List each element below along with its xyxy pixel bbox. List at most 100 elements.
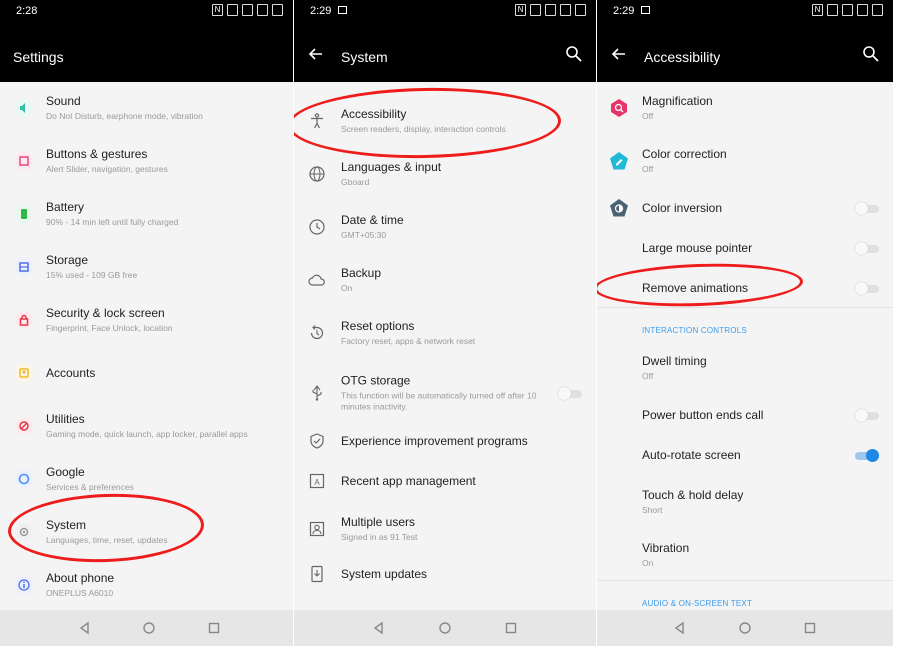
status-bar: 2:29 N: [294, 0, 596, 22]
battery-status-icon: [575, 4, 586, 16]
settings-item-accounts[interactable]: Accounts: [0, 347, 293, 399]
battery-icon: [15, 205, 33, 223]
auto-rotate-screen-toggle[interactable]: [855, 449, 879, 462]
large-mouse-pointer-toggle[interactable]: [855, 242, 879, 255]
item-subtitle: On: [341, 283, 353, 293]
item-title: Accessibility: [341, 107, 407, 121]
recents-nav-icon[interactable]: [803, 621, 817, 635]
system-item-otg-storage[interactable]: OTG storage This function will be automat…: [294, 364, 596, 422]
accessibility-item-magnification[interactable]: Magnification Off: [597, 82, 893, 134]
system-item-recent-app-management[interactable]: A Recent app management: [294, 455, 596, 507]
page-title: Accessibility: [644, 49, 721, 65]
storage-icon: [15, 258, 33, 276]
remove-animations-toggle[interactable]: [855, 282, 879, 295]
item-subtitle: GMT+05:30: [341, 230, 387, 240]
utilities-icon: [15, 417, 33, 435]
item-subtitle: Off: [642, 111, 654, 121]
system-item-languages[interactable]: Languages & input Gboard: [294, 148, 596, 200]
status-icons: N: [515, 4, 586, 16]
status-icons: N: [212, 4, 283, 16]
settings-item-buttons-gestures[interactable]: Buttons & gestures Alert Slider, navigati…: [0, 135, 293, 187]
no-wifi-icon: [257, 4, 268, 16]
item-title: System: [46, 518, 87, 532]
accessibility-icon: [311, 113, 323, 129]
section-divider: [597, 307, 893, 308]
settings-item-system[interactable]: System Languages, time, reset, updates: [0, 506, 293, 558]
page-title: System: [341, 49, 388, 65]
item-subtitle: Languages, time, reset, updates: [46, 535, 168, 545]
search-icon[interactable]: [564, 44, 584, 64]
system-update-icon: [311, 565, 323, 583]
page-title: Settings: [13, 49, 64, 65]
system-item-reset[interactable]: Reset options Factory reset, apps & netwo…: [294, 307, 596, 359]
settings-item-security[interactable]: Security & lock screen Fingerprint, Face …: [0, 294, 293, 346]
accessibility-item-auto-rotate-screen[interactable]: Auto-rotate screen: [597, 429, 893, 481]
app-bar: Settings: [0, 22, 293, 82]
system-item-accessibility[interactable]: Accessibility Screen readers, display, in…: [294, 95, 596, 147]
app-bar: Accessibility: [597, 22, 893, 82]
recents-nav-icon[interactable]: [504, 621, 518, 635]
usb-icon: [312, 385, 322, 401]
settings-item-battery[interactable]: Battery 90% - 14 min left until fully cha…: [0, 188, 293, 240]
otg-storage-toggle[interactable]: [558, 387, 582, 400]
home-nav-icon[interactable]: [738, 621, 752, 635]
item-title: Remove animations: [642, 281, 749, 295]
item-subtitle: Gboard: [341, 177, 370, 187]
shield-check-icon: [310, 433, 324, 449]
accessibility-item-color-correction[interactable]: Color correction Off: [597, 135, 893, 187]
home-nav-icon[interactable]: [142, 621, 156, 635]
item-title: Backup: [341, 266, 382, 280]
item-subtitle: Fingerprint, Face Unlock, location: [46, 323, 173, 333]
settings-item-storage[interactable]: Storage 15% used - 109 GB free: [0, 241, 293, 293]
status-time: 2:29: [613, 5, 635, 17]
svg-text:A: A: [314, 478, 320, 487]
no-wifi-icon: [857, 4, 868, 16]
back-nav-icon[interactable]: [78, 621, 92, 635]
no-signal-icon: [842, 4, 853, 16]
item-title: Utilities: [46, 412, 85, 426]
system-screen: 2:29 N System Accessibility Screen reader…: [294, 0, 596, 646]
settings-item-google[interactable]: Google Services & preferences: [0, 453, 293, 505]
item-title: About phone: [46, 571, 115, 585]
accessibility-screen: 2:29 N Accessibility Magnification Off Co…: [597, 0, 893, 646]
nfc-icon: N: [812, 4, 823, 16]
item-subtitle: Services & preferences: [46, 482, 134, 492]
search-icon[interactable]: [861, 44, 881, 64]
settings-item-sound[interactable]: Sound Do Not Disturb, earphone mode, vibr…: [0, 82, 293, 134]
image-notification-icon: [338, 6, 347, 14]
home-nav-icon[interactable]: [438, 621, 452, 635]
info-icon: [15, 576, 33, 594]
item-title: Reset options: [341, 319, 415, 333]
accessibility-item-vibration[interactable]: Vibration On: [597, 529, 893, 581]
section-header-interaction-controls: INTERACTION CONTROLS: [642, 326, 747, 335]
gear-icon: [15, 523, 33, 541]
color-inversion-toggle[interactable]: [855, 202, 879, 215]
status-icons: N: [812, 4, 883, 16]
accounts-icon: [15, 364, 33, 382]
system-item-system-updates[interactable]: System updates: [294, 548, 596, 600]
accessibility-item-dwell-timing[interactable]: Dwell timing Off: [597, 342, 893, 394]
power-button-ends-call-toggle[interactable]: [855, 409, 879, 422]
item-subtitle: 15% used - 109 GB free: [46, 270, 138, 280]
nfc-icon: N: [212, 4, 223, 16]
system-item-date-time[interactable]: Date & time GMT+05:30: [294, 201, 596, 253]
item-title: Experience improvement programs: [341, 434, 528, 448]
back-nav-icon[interactable]: [673, 621, 687, 635]
item-title: Dwell timing: [642, 354, 707, 368]
accessibility-item-touch-hold-delay[interactable]: Touch & hold delay Short: [597, 476, 893, 528]
recent-apps-icon: A: [309, 473, 325, 489]
item-title: Color correction: [642, 147, 727, 161]
item-title: Languages & input: [341, 160, 442, 174]
vibrate-icon: [227, 4, 238, 16]
settings-item-utilities[interactable]: Utilities Gaming mode, quick launch, app …: [0, 400, 293, 452]
back-arrow-icon[interactable]: [609, 44, 629, 64]
back-arrow-icon[interactable]: [306, 44, 326, 64]
speaker-icon: [15, 99, 33, 117]
lock-icon: [15, 311, 33, 329]
back-nav-icon[interactable]: [372, 621, 386, 635]
system-item-backup[interactable]: Backup On: [294, 254, 596, 306]
no-wifi-icon: [560, 4, 571, 16]
settings-item-about-phone[interactable]: About phone ONEPLUS A6010: [0, 559, 293, 611]
item-title: Auto-rotate screen: [642, 448, 741, 462]
recents-nav-icon[interactable]: [207, 621, 221, 635]
